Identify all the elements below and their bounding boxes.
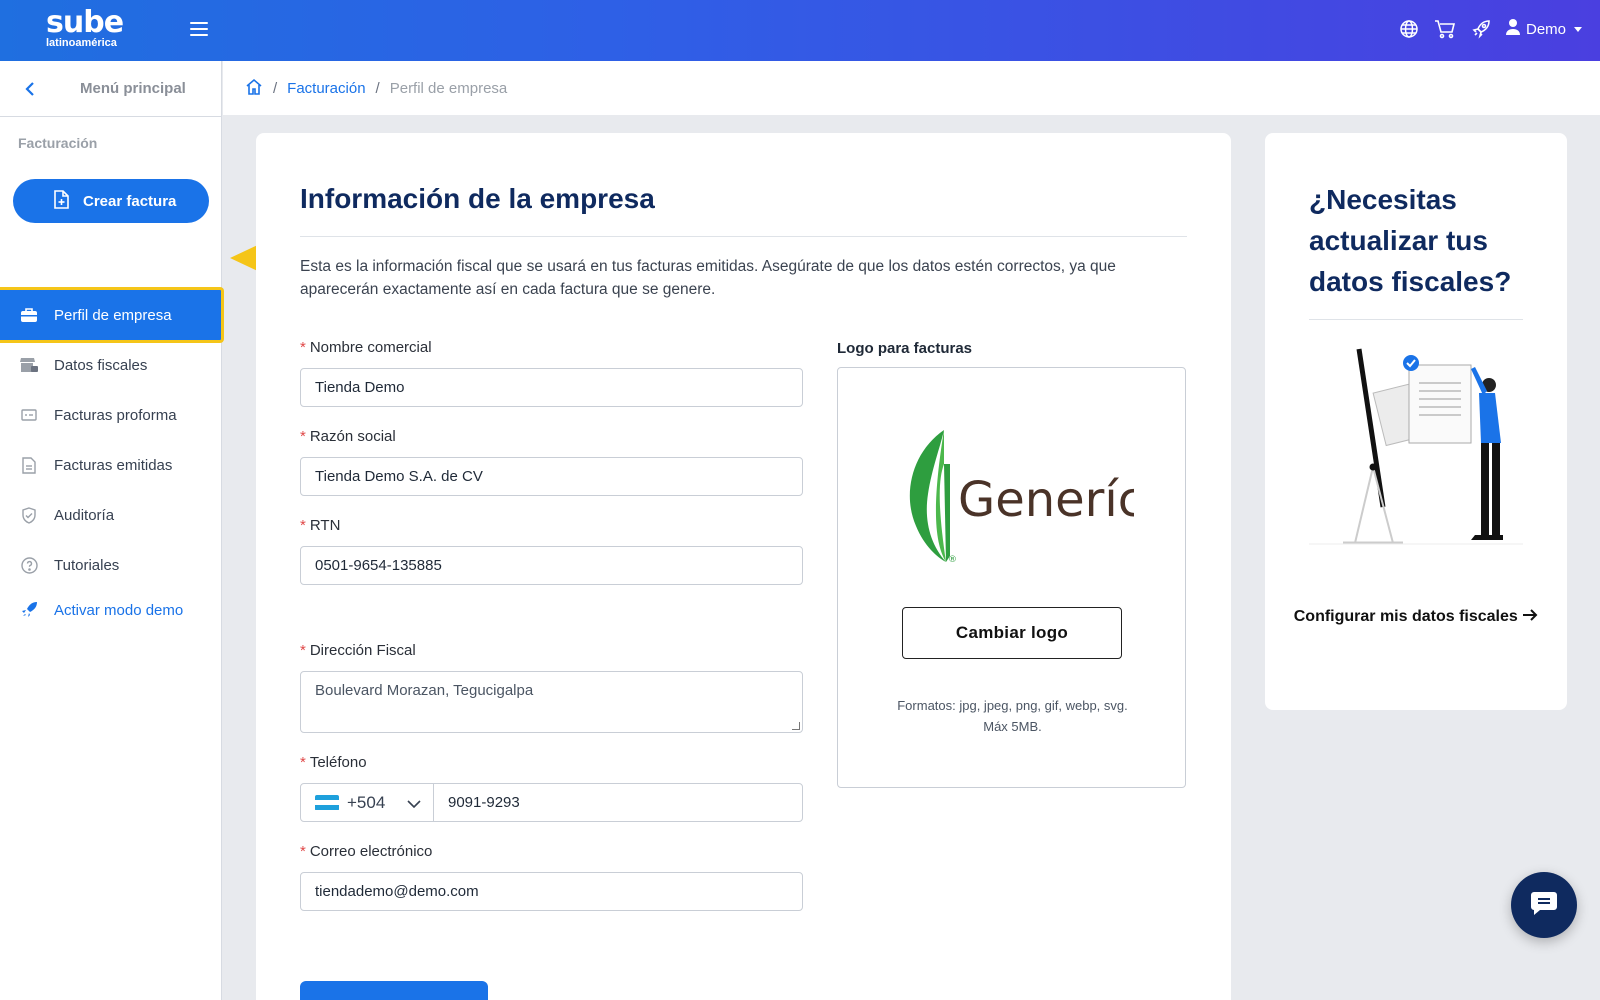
country-code-value: +504 bbox=[347, 792, 386, 812]
sidebar-item-tax-data[interactable]: Datos fiscales bbox=[0, 341, 222, 389]
country-code-select[interactable]: +504 bbox=[300, 783, 434, 822]
company-logo-image: Generíc ® bbox=[894, 424, 1144, 574]
rocket-icon[interactable] bbox=[1470, 18, 1492, 40]
section-label: Facturación bbox=[18, 135, 98, 151]
breadcrumb-billing-link[interactable]: Facturación bbox=[287, 80, 365, 97]
save-button[interactable] bbox=[300, 981, 488, 1000]
logo-wordmark: sube bbox=[46, 5, 124, 40]
person-document-illustration bbox=[1309, 347, 1523, 562]
rtn-input[interactable] bbox=[300, 546, 803, 585]
change-logo-button[interactable]: Cambiar logo bbox=[902, 607, 1122, 659]
arrow-right-icon bbox=[1522, 605, 1538, 629]
fiscal-address-value: Boulevard Morazan, Tegucigalpa bbox=[315, 682, 534, 699]
honduras-flag-icon bbox=[315, 794, 339, 811]
legal-name-label: * Razón social bbox=[300, 428, 396, 445]
create-invoice-button[interactable]: Crear factura bbox=[13, 179, 209, 223]
trade-name-input[interactable] bbox=[300, 368, 803, 407]
phone-label: * Teléfono bbox=[300, 754, 367, 771]
sidebar-item-proforma[interactable]: Facturas proforma bbox=[0, 391, 222, 439]
cart-icon[interactable] bbox=[1434, 18, 1456, 40]
promo-title: ¿Necesitas actualizar tus datos fiscales… bbox=[1309, 184, 1512, 297]
page-title: Información de la empresa bbox=[300, 183, 655, 214]
user-icon bbox=[1505, 19, 1520, 39]
breadcrumb-separator: / bbox=[375, 79, 380, 97]
configure-tax-data-link[interactable]: Configurar mis datos fiscales bbox=[1265, 605, 1567, 629]
shield-check-icon bbox=[20, 506, 38, 524]
file-plus-icon bbox=[53, 189, 69, 213]
sidebar-item-issued[interactable]: Facturas emitidas bbox=[0, 441, 222, 489]
fiscal-address-textarea[interactable]: Boulevard Morazan, Tegucigalpa bbox=[300, 671, 803, 733]
sidebar-item-label: Facturas proforma bbox=[54, 406, 177, 424]
sidebar-item-label: Auditoría bbox=[54, 506, 115, 524]
invoice-logo-label: Logo para facturas bbox=[837, 340, 973, 357]
max-size-line: Máx 5MB. bbox=[983, 719, 1042, 734]
logo-brand-text: Generíc bbox=[958, 472, 1134, 528]
logo-tagline: latinoamérica bbox=[46, 37, 117, 49]
company-info-card: Información de la empresa Esta es la inf… bbox=[256, 133, 1231, 1000]
resize-handle-icon[interactable] bbox=[792, 722, 800, 730]
home-icon[interactable] bbox=[245, 78, 263, 99]
email-input[interactable] bbox=[300, 872, 803, 911]
user-menu[interactable]: Demo bbox=[1505, 19, 1582, 39]
breadcrumb: / Facturación / Perfil de empresa bbox=[223, 61, 1600, 115]
sidebar: Menú principal Facturación Crear factura… bbox=[0, 61, 224, 1000]
chevron-down-icon bbox=[1574, 26, 1582, 32]
divider bbox=[1309, 319, 1523, 320]
legal-name-input[interactable] bbox=[300, 457, 803, 496]
fiscal-address-label: * Dirección Fiscal bbox=[300, 642, 416, 659]
rocket-icon bbox=[20, 601, 38, 619]
create-invoice-label: Crear factura bbox=[83, 192, 177, 210]
sidebar-item-label: Tutoriales bbox=[54, 556, 120, 574]
formats-line: Formatos: jpg, jpeg, png, gif, webp, svg… bbox=[897, 698, 1128, 713]
configure-link-label: Configurar mis datos fiscales bbox=[1293, 608, 1518, 626]
breadcrumb-separator: / bbox=[273, 79, 278, 97]
activate-demo-link[interactable]: Activar modo demo bbox=[0, 586, 222, 634]
logo-upload-box: Generíc ® Cambiar logo Formatos: jpg, jp… bbox=[837, 367, 1186, 788]
sidebar-item-label: Facturas emitidas bbox=[54, 456, 173, 474]
briefcase-icon bbox=[20, 306, 38, 324]
chat-bubble-icon bbox=[1530, 890, 1558, 921]
phone-input[interactable] bbox=[433, 783, 803, 822]
chevron-down-icon bbox=[407, 793, 421, 813]
intro-text: Esta es la información fiscal que se usa… bbox=[300, 258, 1116, 298]
document-icon bbox=[20, 456, 38, 474]
sidebar-item-label: Datos fiscales bbox=[54, 356, 148, 374]
formats-hint: Formatos: jpg, jpeg, png, gif, webp, svg… bbox=[838, 695, 1187, 737]
rtn-label: * RTN bbox=[300, 517, 341, 534]
activate-demo-label: Activar modo demo bbox=[54, 601, 184, 619]
sidebar-item-company-profile[interactable]: Perfil de empresa bbox=[0, 287, 224, 343]
hamburger-menu-icon[interactable] bbox=[190, 22, 208, 38]
trade-name-label: * Nombre comercial bbox=[300, 339, 432, 356]
main-menu-title[interactable]: Menú principal bbox=[80, 80, 186, 97]
tax-data-promo-card: ¿Necesitas actualizar tus datos fiscales… bbox=[1265, 133, 1567, 710]
store-lock-icon bbox=[20, 356, 38, 374]
sidebar-item-tutorials[interactable]: Tutoriales bbox=[0, 541, 222, 589]
user-name: Demo bbox=[1525, 20, 1566, 38]
back-arrow-icon[interactable] bbox=[0, 81, 60, 97]
sidebar-item-label: Perfil de empresa bbox=[54, 306, 172, 324]
sidebar-item-audit[interactable]: Auditoría bbox=[0, 491, 222, 539]
top-navbar: sube latinoamérica Demo bbox=[0, 0, 1600, 61]
breadcrumb-current: Perfil de empresa bbox=[389, 79, 508, 97]
globe-icon[interactable] bbox=[1398, 18, 1420, 40]
registered-mark: ® bbox=[948, 555, 957, 565]
help-circle-icon bbox=[20, 556, 38, 574]
sube-logo[interactable]: sube latinoamérica bbox=[46, 5, 124, 50]
chat-support-button[interactable] bbox=[1511, 872, 1577, 938]
card-icon bbox=[20, 406, 38, 424]
divider bbox=[300, 236, 1187, 237]
email-label: * Correo electrónico bbox=[300, 843, 433, 860]
